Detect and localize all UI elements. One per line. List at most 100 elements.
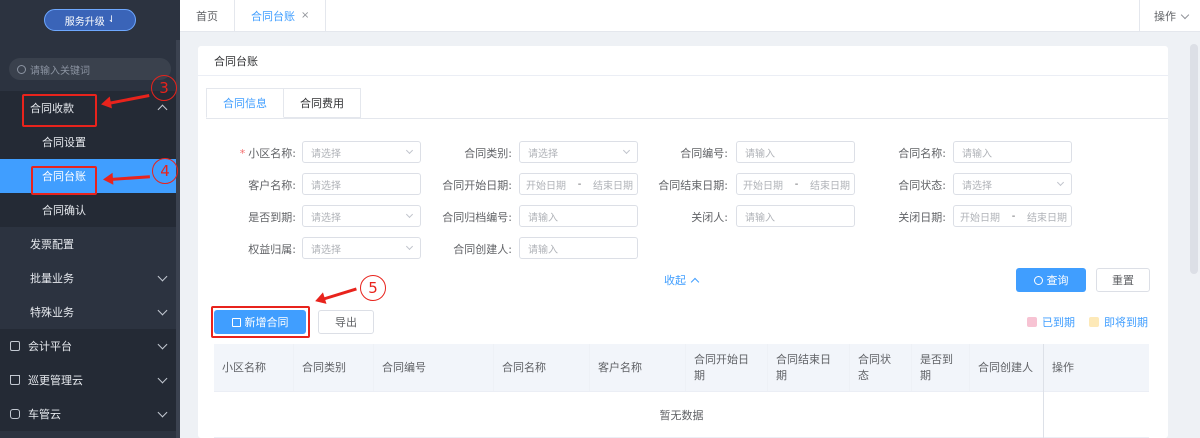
search-icon bbox=[17, 64, 26, 74]
archive-number-input[interactable]: 请输入 bbox=[519, 205, 638, 227]
contract-type-select[interactable]: 请选择 bbox=[519, 141, 638, 163]
main-card: 合同台账 合同信息 合同费用 * 小区名称: 请选择 合同类别: 请选择 合同编号… bbox=[198, 46, 1168, 438]
sidebar: 服务升级 ⇃ 请输入关键词 合同收款 合同设置 合同台账 合同确认 发票配置 批… bbox=[0, 0, 180, 438]
sidebar-item-batch-business[interactable]: 批量业务 bbox=[0, 261, 180, 295]
collapse-toggle[interactable]: 收起 bbox=[664, 272, 700, 288]
close-date-range[interactable]: 开始日期 - 结束日期 bbox=[953, 205, 1072, 227]
placeholder: 开始日期 bbox=[526, 180, 566, 192]
close-icon[interactable]: × bbox=[301, 10, 309, 21]
tab-contract-ledger[interactable]: 合同台账 × bbox=[235, 0, 327, 32]
tab-label: 首页 bbox=[196, 9, 218, 23]
customer-name-input[interactable]: 请选择 bbox=[302, 173, 421, 195]
car-icon bbox=[10, 409, 20, 419]
column-header[interactable]: 小区名称 bbox=[214, 344, 294, 391]
contract-name-input[interactable]: 请输入 bbox=[953, 141, 1072, 163]
chevron-down-icon bbox=[1180, 10, 1190, 19]
chevron-down-icon bbox=[622, 146, 631, 155]
sidebar-header: 服务升级 ⇃ bbox=[0, 0, 180, 40]
operation-menu[interactable]: 操作 bbox=[1139, 0, 1200, 32]
chevron-down-icon bbox=[405, 210, 414, 219]
range-separator: - bbox=[1011, 210, 1016, 222]
page-title: 合同台账 bbox=[198, 46, 1168, 76]
page-scrollbar[interactable] bbox=[1190, 44, 1198, 274]
column-header[interactable]: 合同结束日 期 bbox=[768, 344, 850, 391]
chevron-down-icon bbox=[157, 407, 168, 418]
annotation-number: 4 bbox=[152, 158, 178, 184]
subtabs: 合同信息 合同费用 bbox=[206, 88, 361, 118]
creator-input[interactable]: 请输入 bbox=[519, 237, 638, 259]
sidebar-item-label: 发票配置 bbox=[30, 238, 74, 251]
legend-label: 已到期 bbox=[1042, 316, 1075, 329]
expired-label: 是否到期: bbox=[248, 211, 296, 224]
close-date-label: 关闭日期: bbox=[898, 211, 946, 224]
tab-home[interactable]: 首页 bbox=[180, 0, 235, 32]
sidebar-scrollbar[interactable] bbox=[176, 40, 180, 438]
chevron-down-icon bbox=[1056, 178, 1065, 187]
annotation-number: 5 bbox=[360, 275, 386, 301]
closer-input[interactable]: 请输入 bbox=[736, 205, 855, 227]
expired-select[interactable]: 请选择 bbox=[302, 205, 421, 227]
sidebar-item-patrol-cloud[interactable]: 巡更管理云 bbox=[0, 363, 180, 397]
range-separator: - bbox=[577, 178, 582, 190]
annotation-box bbox=[22, 94, 97, 127]
column-header[interactable]: 是否到 期 bbox=[912, 344, 970, 391]
annotation-box bbox=[31, 166, 97, 195]
collapse-label: 收起 bbox=[664, 274, 686, 287]
column-header[interactable]: 客户名称 bbox=[590, 344, 686, 391]
table-empty: 暂无数据 bbox=[214, 392, 1149, 438]
community-label: * 小区名称: bbox=[206, 145, 296, 161]
search-icon bbox=[1033, 275, 1043, 285]
legend-expiring: 即将到期 bbox=[1089, 314, 1148, 330]
chevron-up-icon bbox=[690, 277, 700, 287]
rights-select[interactable]: 请选择 bbox=[302, 237, 421, 259]
contract-status-select[interactable]: 请选择 bbox=[953, 173, 1072, 195]
sidebar-item-invoice-config[interactable]: 发票配置 bbox=[0, 227, 180, 261]
sidebar-item-vehicle-cloud[interactable]: 车管云 bbox=[0, 397, 180, 431]
required-mark: * bbox=[239, 147, 246, 160]
column-header[interactable]: 合同名称 bbox=[494, 344, 590, 391]
sidebar-item-label: 合同设置 bbox=[42, 136, 86, 149]
ledger-icon bbox=[10, 341, 20, 351]
chevron-down-icon bbox=[157, 373, 168, 384]
button-label: 查询 bbox=[1046, 274, 1069, 287]
sidebar-item-special-business[interactable]: 特殊业务 bbox=[0, 295, 180, 329]
sidebar-item-accounting-platform[interactable]: 会计平台 bbox=[0, 329, 180, 363]
placeholder: 请选择 bbox=[311, 180, 341, 192]
sidebar-search-input[interactable]: 请输入关键词 bbox=[9, 58, 171, 80]
placeholder: 结束日期 bbox=[809, 180, 850, 192]
community-select[interactable]: 请选择 bbox=[302, 141, 421, 163]
legend-swatch bbox=[1027, 317, 1037, 327]
archive-number-label: 合同归档编号: bbox=[442, 211, 512, 224]
tab-contract-fees[interactable]: 合同费用 bbox=[284, 88, 361, 118]
contract-number-label: 合同编号: bbox=[680, 147, 728, 160]
contract-name-label: 合同名称: bbox=[898, 147, 946, 160]
sidebar-item-contract-settings[interactable]: 合同设置 bbox=[0, 125, 180, 159]
divider bbox=[206, 118, 1168, 119]
legend-swatch bbox=[1089, 317, 1099, 327]
placeholder: 开始日期 bbox=[743, 180, 783, 192]
column-header[interactable]: 合同创建人 bbox=[970, 344, 1044, 391]
column-header[interactable]: 合同开始日 期 bbox=[686, 344, 768, 391]
column-header[interactable]: 合同状 态 bbox=[850, 344, 912, 391]
query-button[interactable]: 查询 bbox=[1016, 268, 1086, 292]
placeholder: 请输入 bbox=[528, 244, 558, 256]
tab-contract-info[interactable]: 合同信息 bbox=[206, 88, 284, 118]
tab-bar: 首页 合同台账 × 操作 bbox=[180, 0, 1200, 32]
upgrade-button[interactable]: 服务升级 ⇃ bbox=[44, 9, 136, 31]
reset-button[interactable]: 重置 bbox=[1096, 268, 1150, 292]
column-header[interactable]: 合同类别 bbox=[294, 344, 374, 391]
column-header[interactable]: 合同编号 bbox=[374, 344, 494, 391]
placeholder: 请输入 bbox=[962, 148, 992, 160]
chevron-down-icon bbox=[157, 305, 168, 316]
placeholder: 请输入 bbox=[745, 148, 775, 160]
export-button[interactable]: 导出 bbox=[318, 310, 374, 334]
sidebar-item-label: 会计平台 bbox=[28, 340, 72, 353]
sidebar-item-contract-confirm[interactable]: 合同确认 bbox=[0, 193, 180, 227]
upgrade-label: 服务升级 bbox=[64, 16, 105, 28]
end-date-range[interactable]: 开始日期 - 结束日期 bbox=[736, 173, 855, 195]
placeholder: 请选择 bbox=[311, 212, 341, 224]
home-icon bbox=[10, 375, 20, 385]
operation-label: 操作 bbox=[1154, 10, 1176, 23]
start-date-range[interactable]: 开始日期 - 结束日期 bbox=[519, 173, 638, 195]
contract-number-input[interactable]: 请输入 bbox=[736, 141, 855, 163]
